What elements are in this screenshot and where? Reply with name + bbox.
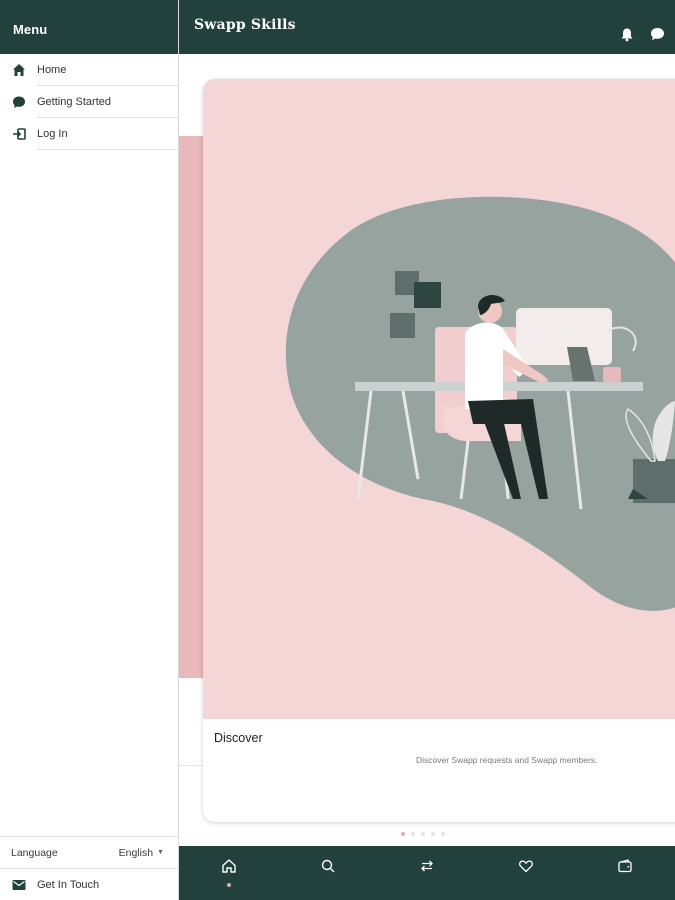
- sidebar-item-label: Log In: [37, 128, 68, 140]
- main-content: Swapp Skills Discover Discover Swapp req…: [179, 0, 675, 900]
- sidebar-nav: Home Getting Started Log In: [0, 54, 178, 150]
- home-icon: [11, 62, 27, 78]
- card-title: Discover: [214, 731, 263, 745]
- chat-bubble-icon: [11, 94, 27, 110]
- sidebar-item-home[interactable]: Home: [0, 54, 178, 86]
- sidebar-header: Menu: [0, 0, 178, 54]
- tab-favorites[interactable]: [506, 858, 546, 879]
- language-label: Language: [11, 846, 58, 859]
- carousel-dot[interactable]: [441, 832, 445, 836]
- sidebar-footer: Language English ▼ Get In Touch: [0, 836, 178, 900]
- sidebar-title: Menu: [13, 21, 48, 37]
- language-row: Language English ▼: [0, 836, 178, 868]
- sidebar-item-getting-started[interactable]: Getting Started: [0, 86, 178, 118]
- app-title: Swapp Skills: [194, 17, 296, 33]
- carousel-dot[interactable]: [411, 832, 415, 836]
- wallet-icon: [617, 858, 633, 879]
- topbar-actions: [619, 26, 665, 42]
- carousel-dot[interactable]: [421, 832, 425, 836]
- chat-icon[interactable]: [649, 26, 665, 42]
- carousel-indicator: [401, 832, 445, 836]
- login-icon: [11, 126, 27, 142]
- tab-swap[interactable]: [407, 858, 447, 879]
- home-icon: [221, 858, 237, 879]
- tab-wallet[interactable]: [605, 858, 645, 879]
- bottom-nav: [179, 846, 675, 900]
- caret-down-icon: ▼: [157, 849, 164, 856]
- get-in-touch-label: Get In Touch: [37, 878, 100, 891]
- sidebar-item-label: Home: [37, 64, 67, 76]
- tab-search[interactable]: [308, 858, 348, 879]
- mail-icon: [11, 877, 27, 893]
- carousel-dot[interactable]: [431, 832, 435, 836]
- carousel-card[interactable]: Discover Discover Swapp requests and Swa…: [203, 79, 675, 822]
- heart-icon: [518, 858, 534, 879]
- sidebar-item-label: Getting Started: [37, 96, 111, 108]
- tab-home[interactable]: [209, 858, 249, 887]
- get-in-touch-button[interactable]: Get In Touch: [0, 868, 178, 900]
- sidebar: Menu Home Getting Started Log In Languag…: [0, 0, 179, 900]
- top-bar: Swapp Skills: [179, 0, 675, 54]
- bell-icon[interactable]: [619, 26, 635, 42]
- active-tab-indicator: [226, 883, 231, 887]
- language-select[interactable]: English ▼: [119, 847, 164, 859]
- discover-illustration: [203, 79, 675, 719]
- carousel-dot-active[interactable]: [401, 832, 405, 836]
- previous-card-image: [179, 136, 205, 678]
- previous-card-peek[interactable]: [179, 136, 205, 766]
- language-value: English: [118, 846, 154, 859]
- sidebar-item-log-in[interactable]: Log In: [0, 118, 178, 150]
- swap-icon: [419, 858, 435, 879]
- card-description: Discover Swapp requests and Swapp member…: [416, 755, 598, 765]
- search-icon: [320, 858, 336, 879]
